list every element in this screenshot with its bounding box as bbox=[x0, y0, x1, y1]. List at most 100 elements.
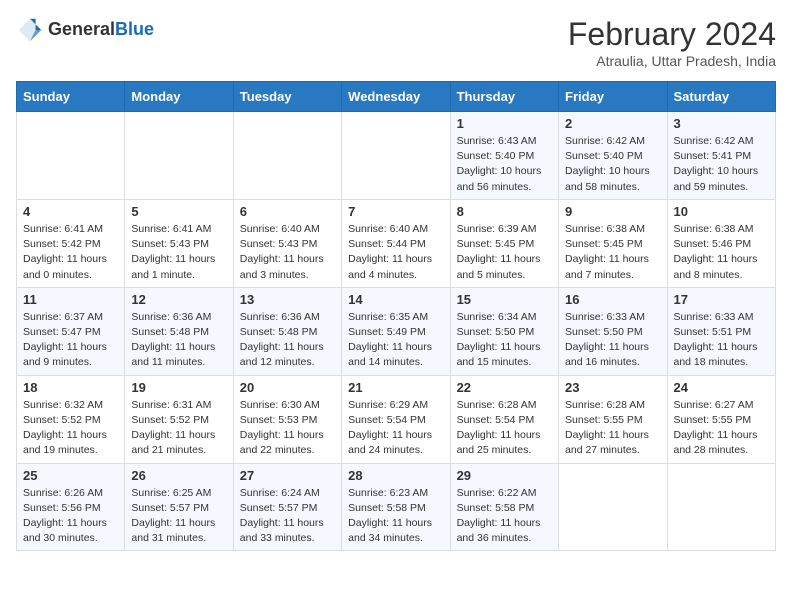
day-header-wednesday: Wednesday bbox=[342, 82, 450, 112]
calendar-cell: 15Sunrise: 6:34 AMSunset: 5:50 PMDayligh… bbox=[450, 287, 558, 375]
calendar-cell: 10 Sunrise: 6:38 AMSunset: 5:46 PMDayligh… bbox=[667, 199, 776, 287]
calendar-cell: 23 Sunrise: 6:28 AMSunset: 5:55 PMDayligh… bbox=[559, 375, 667, 463]
calendar-cell bbox=[559, 463, 667, 551]
day-detail: Sunrise: 6:30 AMSunset: 5:53 PMDaylight:… bbox=[240, 398, 335, 459]
day-number: 29 bbox=[457, 468, 552, 483]
day-number: 24 bbox=[674, 380, 770, 395]
day-number: 15 bbox=[457, 292, 552, 307]
calendar-cell: 2 Sunrise: 6:42 AMSunset: 5:40 PMDaylight… bbox=[559, 112, 667, 200]
calendar-cell: 29 Sunrise: 6:22 AMSunset: 5:58 PMDayligh… bbox=[450, 463, 558, 551]
day-detail: Sunrise: 6:40 AMSunset: 5:44 PMDaylight:… bbox=[348, 222, 443, 283]
calendar-cell: 13 Sunrise: 6:36 AMSunset: 5:48 PMDayligh… bbox=[233, 287, 341, 375]
day-number: 13 bbox=[240, 292, 335, 307]
calendar-week-row: 18Sunrise: 6:32 AMSunset: 5:52 PMDayligh… bbox=[17, 375, 776, 463]
calendar-cell bbox=[233, 112, 341, 200]
day-detail: Sunrise: 6:29 AMSunset: 5:54 PMDaylight:… bbox=[348, 398, 443, 459]
day-detail: Sunrise: 6:36 AMSunset: 5:48 PMDaylight:… bbox=[131, 310, 226, 371]
calendar-cell: 12 Sunrise: 6:36 AMSunset: 5:48 PMDayligh… bbox=[125, 287, 233, 375]
calendar-cell: 9 Sunrise: 6:38 AMSunset: 5:45 PMDaylight… bbox=[559, 199, 667, 287]
day-detail: Sunrise: 6:43 AMSunset: 5:40 PMDaylight:… bbox=[457, 134, 552, 195]
day-number: 22 bbox=[457, 380, 552, 395]
day-detail: Sunrise: 6:22 AMSunset: 5:58 PMDaylight:… bbox=[457, 486, 552, 547]
calendar-cell: 20 Sunrise: 6:30 AMSunset: 5:53 PMDayligh… bbox=[233, 375, 341, 463]
day-detail: Sunrise: 6:23 AMSunset: 5:58 PMDaylight:… bbox=[348, 486, 443, 547]
day-number: 21 bbox=[348, 380, 443, 395]
calendar-cell: 27Sunrise: 6:24 AMSunset: 5:57 PMDayligh… bbox=[233, 463, 341, 551]
day-number: 10 bbox=[674, 204, 770, 219]
day-number: 4 bbox=[23, 204, 118, 219]
calendar-cell: 3Sunrise: 6:42 AMSunset: 5:41 PMDaylight… bbox=[667, 112, 776, 200]
day-header-sunday: Sunday bbox=[17, 82, 125, 112]
day-number: 25 bbox=[23, 468, 118, 483]
calendar-cell: 21 Sunrise: 6:29 AMSunset: 5:54 PMDayligh… bbox=[342, 375, 450, 463]
calendar-cell: 24 Sunrise: 6:27 AMSunset: 5:55 PMDayligh… bbox=[667, 375, 776, 463]
calendar-cell: 5 Sunrise: 6:41 AMSunset: 5:43 PMDaylight… bbox=[125, 199, 233, 287]
day-detail: Sunrise: 6:35 AMSunset: 5:49 PMDaylight:… bbox=[348, 310, 443, 371]
month-title: February 2024 bbox=[568, 16, 776, 53]
day-detail: Sunrise: 6:38 AMSunset: 5:46 PMDaylight:… bbox=[674, 222, 770, 283]
day-detail: Sunrise: 6:31 AMSunset: 5:52 PMDaylight:… bbox=[131, 398, 226, 459]
calendar-cell: 19 Sunrise: 6:31 AMSunset: 5:52 PMDayligh… bbox=[125, 375, 233, 463]
calendar-cell bbox=[342, 112, 450, 200]
day-number: 6 bbox=[240, 204, 335, 219]
title-area: February 2024 Atraulia, Uttar Pradesh, I… bbox=[568, 16, 776, 69]
day-header-saturday: Saturday bbox=[667, 82, 776, 112]
day-number: 5 bbox=[131, 204, 226, 219]
day-number: 1 bbox=[457, 116, 552, 131]
day-number: 12 bbox=[131, 292, 226, 307]
day-number: 11 bbox=[23, 292, 118, 307]
location: Atraulia, Uttar Pradesh, India bbox=[568, 53, 776, 69]
calendar-cell: 28 Sunrise: 6:23 AMSunset: 5:58 PMDayligh… bbox=[342, 463, 450, 551]
day-number: 14 bbox=[348, 292, 443, 307]
calendar-cell: 16 Sunrise: 6:33 AMSunset: 5:50 PMDayligh… bbox=[559, 287, 667, 375]
day-header-friday: Friday bbox=[559, 82, 667, 112]
day-number: 28 bbox=[348, 468, 443, 483]
day-number: 26 bbox=[131, 468, 226, 483]
day-detail: Sunrise: 6:25 AMSunset: 5:57 PMDaylight:… bbox=[131, 486, 226, 547]
day-number: 2 bbox=[565, 116, 660, 131]
day-number: 23 bbox=[565, 380, 660, 395]
logo-text: GeneralBlue bbox=[48, 20, 154, 40]
day-detail: Sunrise: 6:28 AMSunset: 5:55 PMDaylight:… bbox=[565, 398, 660, 459]
day-header-thursday: Thursday bbox=[450, 82, 558, 112]
day-number: 9 bbox=[565, 204, 660, 219]
calendar-cell: 18Sunrise: 6:32 AMSunset: 5:52 PMDayligh… bbox=[17, 375, 125, 463]
day-detail: Sunrise: 6:28 AMSunset: 5:54 PMDaylight:… bbox=[457, 398, 552, 459]
calendar-cell bbox=[667, 463, 776, 551]
day-number: 19 bbox=[131, 380, 226, 395]
day-detail: Sunrise: 6:41 AMSunset: 5:43 PMDaylight:… bbox=[131, 222, 226, 283]
calendar-cell: 17Sunrise: 6:33 AMSunset: 5:51 PMDayligh… bbox=[667, 287, 776, 375]
calendar-cell: 1 Sunrise: 6:43 AMSunset: 5:40 PMDaylight… bbox=[450, 112, 558, 200]
calendar-cell: 4 Sunrise: 6:41 AMSunset: 5:42 PMDaylight… bbox=[17, 199, 125, 287]
calendar-cell bbox=[125, 112, 233, 200]
day-detail: Sunrise: 6:33 AMSunset: 5:50 PMDaylight:… bbox=[565, 310, 660, 371]
calendar-week-row: 25 Sunrise: 6:26 AMSunset: 5:56 PMDayligh… bbox=[17, 463, 776, 551]
day-detail: Sunrise: 6:38 AMSunset: 5:45 PMDaylight:… bbox=[565, 222, 660, 283]
day-number: 18 bbox=[23, 380, 118, 395]
day-detail: Sunrise: 6:33 AMSunset: 5:51 PMDaylight:… bbox=[674, 310, 770, 371]
day-detail: Sunrise: 6:42 AMSunset: 5:40 PMDaylight:… bbox=[565, 134, 660, 195]
day-header-monday: Monday bbox=[125, 82, 233, 112]
calendar-cell: 14 Sunrise: 6:35 AMSunset: 5:49 PMDayligh… bbox=[342, 287, 450, 375]
day-detail: Sunrise: 6:27 AMSunset: 5:55 PMDaylight:… bbox=[674, 398, 770, 459]
day-detail: Sunrise: 6:24 AMSunset: 5:57 PMDaylight:… bbox=[240, 486, 335, 547]
day-number: 7 bbox=[348, 204, 443, 219]
day-detail: Sunrise: 6:26 AMSunset: 5:56 PMDaylight:… bbox=[23, 486, 118, 547]
day-detail: Sunrise: 6:36 AMSunset: 5:48 PMDaylight:… bbox=[240, 310, 335, 371]
calendar-cell: 11Sunrise: 6:37 AMSunset: 5:47 PMDayligh… bbox=[17, 287, 125, 375]
calendar-cell: 22 Sunrise: 6:28 AMSunset: 5:54 PMDayligh… bbox=[450, 375, 558, 463]
day-number: 20 bbox=[240, 380, 335, 395]
calendar-cell: 25 Sunrise: 6:26 AMSunset: 5:56 PMDayligh… bbox=[17, 463, 125, 551]
calendar-cell: 7 Sunrise: 6:40 AMSunset: 5:44 PMDaylight… bbox=[342, 199, 450, 287]
calendar-cell: 8Sunrise: 6:39 AMSunset: 5:45 PMDaylight… bbox=[450, 199, 558, 287]
day-detail: Sunrise: 6:39 AMSunset: 5:45 PMDaylight:… bbox=[457, 222, 552, 283]
calendar-week-row: 11Sunrise: 6:37 AMSunset: 5:47 PMDayligh… bbox=[17, 287, 776, 375]
day-detail: Sunrise: 6:41 AMSunset: 5:42 PMDaylight:… bbox=[23, 222, 118, 283]
calendar-cell bbox=[17, 112, 125, 200]
day-number: 16 bbox=[565, 292, 660, 307]
day-detail: Sunrise: 6:40 AMSunset: 5:43 PMDaylight:… bbox=[240, 222, 335, 283]
calendar-cell: 6 Sunrise: 6:40 AMSunset: 5:43 PMDaylight… bbox=[233, 199, 341, 287]
page-header: GeneralBlue February 2024 Atraulia, Utta… bbox=[16, 16, 776, 69]
calendar-week-row: 4 Sunrise: 6:41 AMSunset: 5:42 PMDaylight… bbox=[17, 199, 776, 287]
calendar-header-row: SundayMondayTuesdayWednesdayThursdayFrid… bbox=[17, 82, 776, 112]
